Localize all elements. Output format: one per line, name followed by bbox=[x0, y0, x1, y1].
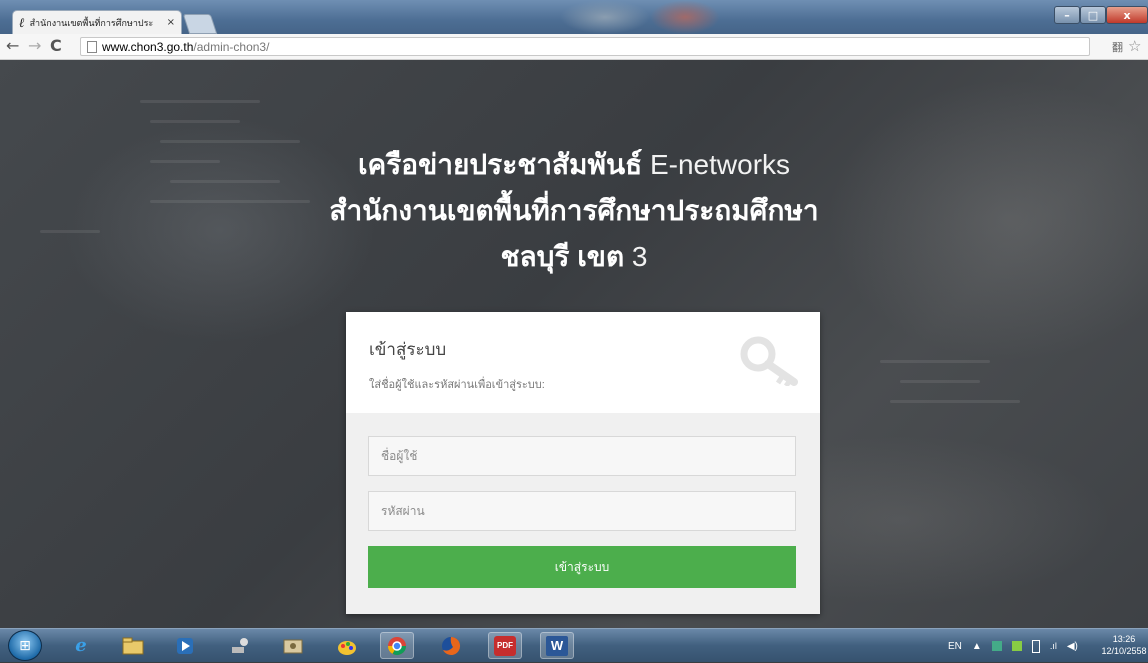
tray-notes-icon[interactable] bbox=[1011, 641, 1022, 651]
maximize-button[interactable]: □ bbox=[1080, 6, 1106, 24]
login-subtitle: ใส่ชื่อผู้ใช้และรหัสผ่านเพื่อเข้าสู่ระบบ… bbox=[369, 379, 545, 391]
username-input[interactable] bbox=[368, 436, 796, 476]
pdf-label: PDF bbox=[494, 635, 516, 656]
tray-expand-icon[interactable]: ▲ bbox=[972, 641, 982, 652]
file-explorer-icon[interactable] bbox=[116, 632, 150, 659]
tab-favicon-icon: ℓ bbox=[19, 15, 25, 31]
start-orb-icon[interactable]: ⊞ bbox=[8, 630, 42, 661]
windows-taskbar: ⊞ e PDF W EN ▲ .ıl ◀) 13:26 12/10/2558 bbox=[0, 628, 1148, 662]
login-title: เข้าสู่ระบบ bbox=[369, 340, 447, 359]
bookmark-star-icon[interactable]: ☆ bbox=[1128, 37, 1141, 55]
word-icon[interactable]: W bbox=[540, 632, 574, 659]
url-path: /admin-chon3/ bbox=[193, 39, 270, 54]
language-indicator[interactable]: EN bbox=[948, 641, 962, 652]
heading-line-2: สำนักงานเขตพื้นที่การศึกษาประถมศึกษา bbox=[329, 195, 819, 226]
taskbar-clock[interactable]: 13:26 12/10/2558 bbox=[1100, 633, 1148, 657]
pdf-icon[interactable]: PDF bbox=[488, 632, 522, 659]
photo-icon[interactable] bbox=[276, 632, 310, 659]
heading-line-3-thin: 3 bbox=[624, 241, 648, 272]
firefox-icon[interactable] bbox=[434, 632, 468, 659]
heading-line-1-thin: E-networks bbox=[642, 149, 791, 180]
url-host: www.chon3.go.th bbox=[102, 39, 194, 54]
login-card: เข้าสู่ระบบ ใส่ชื่อผู้ใช้และรหัสผ่านเพื่… bbox=[346, 312, 820, 614]
reload-icon[interactable]: C bbox=[50, 37, 62, 55]
key-icon bbox=[740, 336, 798, 386]
clock-date: 12/10/2558 bbox=[1101, 646, 1147, 656]
back-arrow-icon[interactable]: ← bbox=[6, 37, 19, 55]
login-card-header: เข้าสู่ระบบ ใส่ชื่อผู้ใช้และรหัสผ่านเพื่… bbox=[346, 312, 820, 413]
browser-toolbar: ← → C www.chon3.go.th /admin-chon3/ 翻 ☆ bbox=[0, 34, 1148, 60]
tab-close-icon[interactable]: × bbox=[167, 17, 175, 28]
address-bar[interactable]: www.chon3.go.th /admin-chon3/ bbox=[80, 37, 1090, 56]
paint-icon[interactable] bbox=[330, 632, 364, 659]
page-heading: เครือข่ายประชาสัมพันธ์ E-networks สำนักง… bbox=[0, 142, 1148, 280]
translate-icon[interactable]: 翻 bbox=[1112, 39, 1123, 55]
heading-line-3: ชลบุรี เขต 3 bbox=[0, 234, 1148, 280]
new-tab-button[interactable] bbox=[182, 14, 218, 34]
word-label: W bbox=[546, 635, 568, 656]
heading-line-1-bold: เครือข่ายประชาสัมพันธ์ bbox=[357, 149, 643, 180]
tab-title: สำนักงานเขตพื้นที่การศึกษาประ bbox=[29, 18, 154, 29]
login-button[interactable]: เข้าสู่ระบบ bbox=[368, 546, 796, 588]
battery-icon[interactable] bbox=[1031, 639, 1040, 653]
login-form: เข้าสู่ระบบ bbox=[346, 413, 820, 614]
close-window-button[interactable]: x bbox=[1106, 6, 1148, 24]
heading-line-1: เครือข่ายประชาสัมพันธ์ E-networks bbox=[0, 142, 1148, 188]
minimize-button[interactable]: – bbox=[1054, 6, 1080, 24]
password-input[interactable] bbox=[368, 491, 796, 531]
volume-icon[interactable]: ◀) bbox=[1067, 641, 1078, 652]
system-tray: EN ▲ .ıl ◀) bbox=[948, 629, 1078, 663]
internet-explorer-icon[interactable]: e bbox=[64, 632, 98, 659]
signal-icon[interactable]: .ıl bbox=[1050, 641, 1057, 651]
browser-tab[interactable]: ℓ สำนักงานเขตพื้นที่การศึกษาประ × bbox=[12, 10, 182, 34]
media-player-icon[interactable] bbox=[168, 632, 202, 659]
heading-line-3-bold: ชลบุรี เขต bbox=[500, 241, 625, 272]
page-background: เครือข่ายประชาสัมพันธ์ E-networks สำนักง… bbox=[0, 60, 1148, 628]
chrome-icon[interactable] bbox=[380, 632, 414, 659]
browser-tab-bar: ℓ สำนักงานเขตพื้นที่การศึกษาประ × – □ x bbox=[0, 0, 1148, 34]
forward-arrow-icon[interactable]: → bbox=[28, 37, 41, 55]
clock-time: 13:26 bbox=[1112, 634, 1136, 644]
network-icon[interactable] bbox=[224, 632, 258, 659]
tray-app-icon[interactable] bbox=[991, 641, 1002, 651]
page-icon bbox=[87, 40, 97, 53]
